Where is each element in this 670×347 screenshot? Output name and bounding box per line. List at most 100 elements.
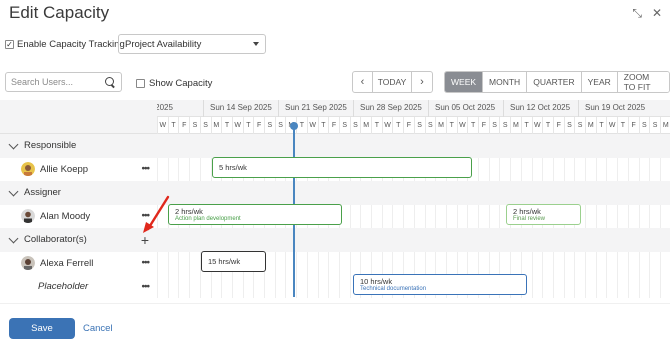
week-label: Sun 05 Oct 2025 [435, 103, 496, 112]
bar-hours: 15 hrs/wk [208, 257, 241, 266]
more-options-icon[interactable]: ••• [141, 164, 149, 175]
day-label: M [435, 117, 446, 134]
day-label: S [499, 117, 510, 134]
cancel-button[interactable]: Cancel [83, 323, 113, 334]
day-label: M [585, 117, 596, 134]
week-label: Sun 21 Sep 2025 [285, 103, 347, 112]
section-collaborators: Collaborator(s) + [0, 228, 670, 252]
day-label: W [606, 117, 617, 134]
day-label: S [488, 117, 500, 134]
chevron-down-icon[interactable] [8, 186, 19, 197]
day-label: M [659, 117, 670, 134]
day-label: T [242, 117, 254, 134]
search-input[interactable] [11, 77, 103, 87]
user-row-alexa-ferrell: Alexa Ferrell ••• [0, 252, 670, 276]
search-users-field[interactable] [5, 72, 122, 92]
user-name: Allie Koepp [40, 163, 89, 175]
day-label: T [392, 117, 403, 134]
day-label: T [617, 117, 628, 134]
save-button[interactable]: Save [9, 318, 75, 339]
day-label: S [338, 117, 350, 134]
add-collaborator-button[interactable]: + [141, 232, 149, 248]
week-label: 7 Sep 2025 [157, 103, 173, 112]
capacity-bar[interactable]: 10 hrs/wk Technical documentation [353, 274, 527, 295]
avatar [21, 209, 35, 224]
annotation-arrow-icon [143, 195, 170, 233]
next-period-button[interactable]: › [412, 72, 432, 92]
more-options-icon[interactable]: ••• [141, 281, 149, 292]
day-label: T [595, 117, 607, 134]
close-icon[interactable]: ✕ [652, 6, 662, 21]
enable-capacity-checkbox[interactable]: ✓ [5, 40, 14, 49]
week-label: Sun 12 Oct 2025 [510, 103, 571, 112]
view-switcher: WEEK MONTH QUARTER YEAR ZOOM TO FIT [444, 71, 670, 93]
dialog-title: Edit Capacity [9, 3, 110, 22]
availability-select-value: Project Availability [125, 38, 202, 50]
show-capacity-label: Show Capacity [149, 78, 213, 89]
enable-capacity-tracking[interactable]: ✓ Enable Capacity Tracking [5, 39, 125, 50]
placeholder-row: Placeholder ••• [0, 275, 670, 299]
day-label: M [210, 117, 222, 134]
week-separator [428, 100, 429, 117]
show-capacity-checkbox[interactable] [136, 79, 145, 88]
user-name: Alan Moody [40, 210, 91, 222]
week-label: Sun 19 Oct 2025 [585, 103, 646, 112]
day-label: F [478, 117, 489, 134]
day-label: M [510, 117, 521, 134]
today-button[interactable]: TODAY [373, 72, 412, 92]
capacity-bar[interactable]: 15 hrs/wk [201, 251, 266, 272]
section-responsible: Responsible [0, 134, 670, 158]
section-label: Collaborator(s) [24, 234, 87, 246]
day-label: W [381, 117, 393, 134]
day-label: T [371, 117, 382, 134]
day-label: W [231, 117, 243, 134]
window-controls: ⤡ ✕ [632, 6, 662, 21]
day-label: M [360, 117, 371, 134]
day-label: T [445, 117, 457, 134]
day-label: F [552, 117, 564, 134]
week-separator [353, 100, 354, 117]
user-name: Alexa Ferrell [40, 257, 94, 269]
day-label: S [413, 117, 425, 134]
search-icon[interactable] [105, 76, 116, 88]
view-week-button[interactable]: WEEK [445, 72, 484, 92]
day-label: F [253, 117, 264, 134]
day-label: W [531, 117, 543, 134]
prev-period-button[interactable]: ‹ [353, 72, 373, 92]
chevron-down-icon[interactable] [8, 233, 19, 244]
more-options-icon[interactable]: ••• [141, 258, 149, 269]
day-label: T [167, 117, 179, 134]
capacity-bar[interactable]: 5 hrs/wk [212, 157, 472, 178]
capacity-bar[interactable]: 2 hrs/wk Action plan development [168, 204, 342, 225]
chevron-down-icon[interactable] [8, 139, 19, 150]
week-label: Sun 28 Sep 2025 [360, 103, 422, 112]
minimize-icon[interactable]: ⤡ [632, 6, 642, 21]
day-label: S [424, 117, 436, 134]
availability-select[interactable]: Project Availability [118, 34, 266, 54]
view-zoom-to-fit-button[interactable]: ZOOM TO FIT [617, 72, 669, 92]
view-year-button[interactable]: YEAR [581, 72, 618, 92]
bar-hours: 10 hrs/wk [360, 277, 393, 286]
day-label: F [178, 117, 189, 134]
view-quarter-button[interactable]: QUARTER [527, 72, 582, 92]
day-label: S [563, 117, 575, 134]
bar-task-name: Final review [513, 216, 546, 222]
section-label: Responsible [24, 140, 77, 152]
day-label: T [317, 117, 329, 134]
show-capacity-toggle[interactable]: Show Capacity [136, 78, 212, 89]
bar-task-name: Action plan development [175, 216, 241, 222]
bar-hours: 2 hrs/wk [175, 207, 203, 216]
placeholder-name: Placeholder [38, 281, 89, 293]
bar-hours: 2 hrs/wk [513, 207, 541, 216]
view-month-button[interactable]: MONTH [483, 72, 528, 92]
day-label: S [349, 117, 361, 134]
day-label: W [157, 117, 168, 134]
avatar [21, 256, 35, 271]
avatar [21, 162, 35, 177]
week-separator [278, 100, 279, 117]
week-separator [503, 100, 504, 117]
day-label: F [328, 117, 339, 134]
day-label: T [467, 117, 478, 134]
capacity-bar[interactable]: 2 hrs/wk Final review [506, 204, 581, 225]
day-label: W [456, 117, 468, 134]
